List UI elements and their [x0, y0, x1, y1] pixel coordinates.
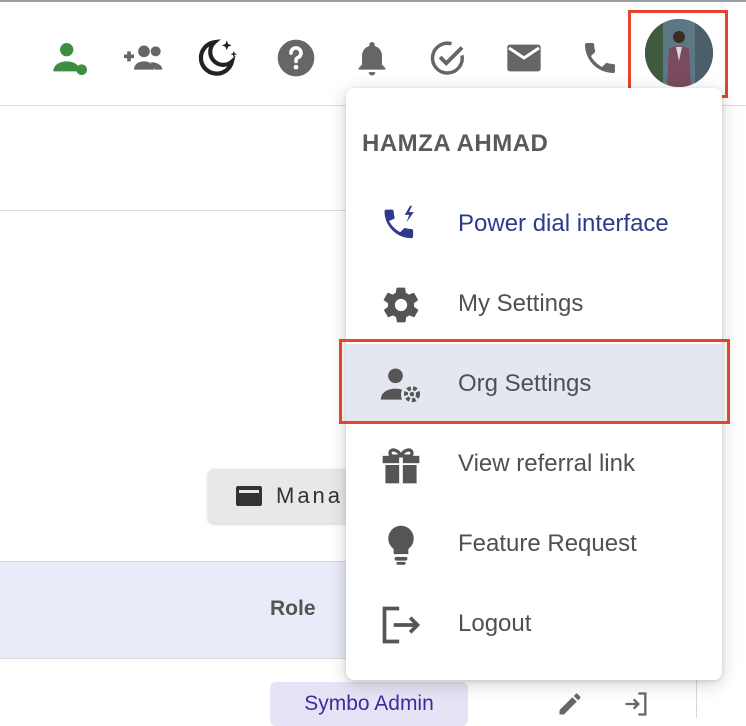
credit-card-icon — [236, 486, 262, 506]
gift-icon — [378, 442, 424, 488]
task-check-icon[interactable] — [426, 36, 470, 80]
menu-item-referral[interactable]: View referral link — [346, 424, 722, 504]
menu-item-logout[interactable]: Logout — [346, 584, 722, 664]
role-badge: Symbo Admin — [270, 682, 468, 726]
content-divider — [0, 210, 346, 211]
menu-item-label: Logout — [458, 610, 532, 637]
manage-button-label: Mana — [276, 483, 344, 508]
menu-item-label: Feature Request — [458, 530, 637, 557]
user-dropdown-menu: HAMZA AHMAD Power dial interface My Sett… — [346, 88, 722, 680]
gear-icon — [378, 282, 424, 328]
logout-icon — [378, 602, 424, 648]
add-team-icon[interactable] — [122, 36, 166, 80]
mail-icon[interactable] — [502, 36, 546, 80]
menu-item-label: View referral link — [458, 450, 635, 477]
menu-item-org-settings[interactable]: Org Settings — [346, 344, 722, 424]
menu-item-label: Power dial interface — [458, 210, 669, 237]
menu-item-label: My Settings — [458, 290, 584, 317]
user-status-icon[interactable] — [48, 36, 92, 80]
menu-item-feature-request[interactable]: Feature Request — [346, 504, 722, 584]
help-icon[interactable] — [274, 36, 318, 80]
power-dial-icon — [378, 202, 424, 248]
exit-icon[interactable] — [622, 690, 650, 723]
org-settings-icon — [378, 362, 424, 408]
column-header-role: Role — [270, 597, 316, 620]
menu-user-name: HAMZA AHMAD — [362, 130, 549, 157]
menu-item-power-dial[interactable]: Power dial interface — [346, 184, 722, 264]
bell-icon[interactable] — [350, 36, 394, 80]
menu-item-my-settings[interactable]: My Settings — [346, 264, 722, 344]
manage-button[interactable]: Mana — [208, 469, 368, 523]
lightbulb-icon — [378, 522, 424, 568]
phone-icon[interactable] — [578, 36, 622, 80]
avatar[interactable] — [645, 19, 713, 87]
dark-mode-icon[interactable] — [196, 36, 240, 80]
menu-item-label: Org Settings — [458, 370, 592, 397]
edit-icon[interactable] — [556, 690, 584, 723]
